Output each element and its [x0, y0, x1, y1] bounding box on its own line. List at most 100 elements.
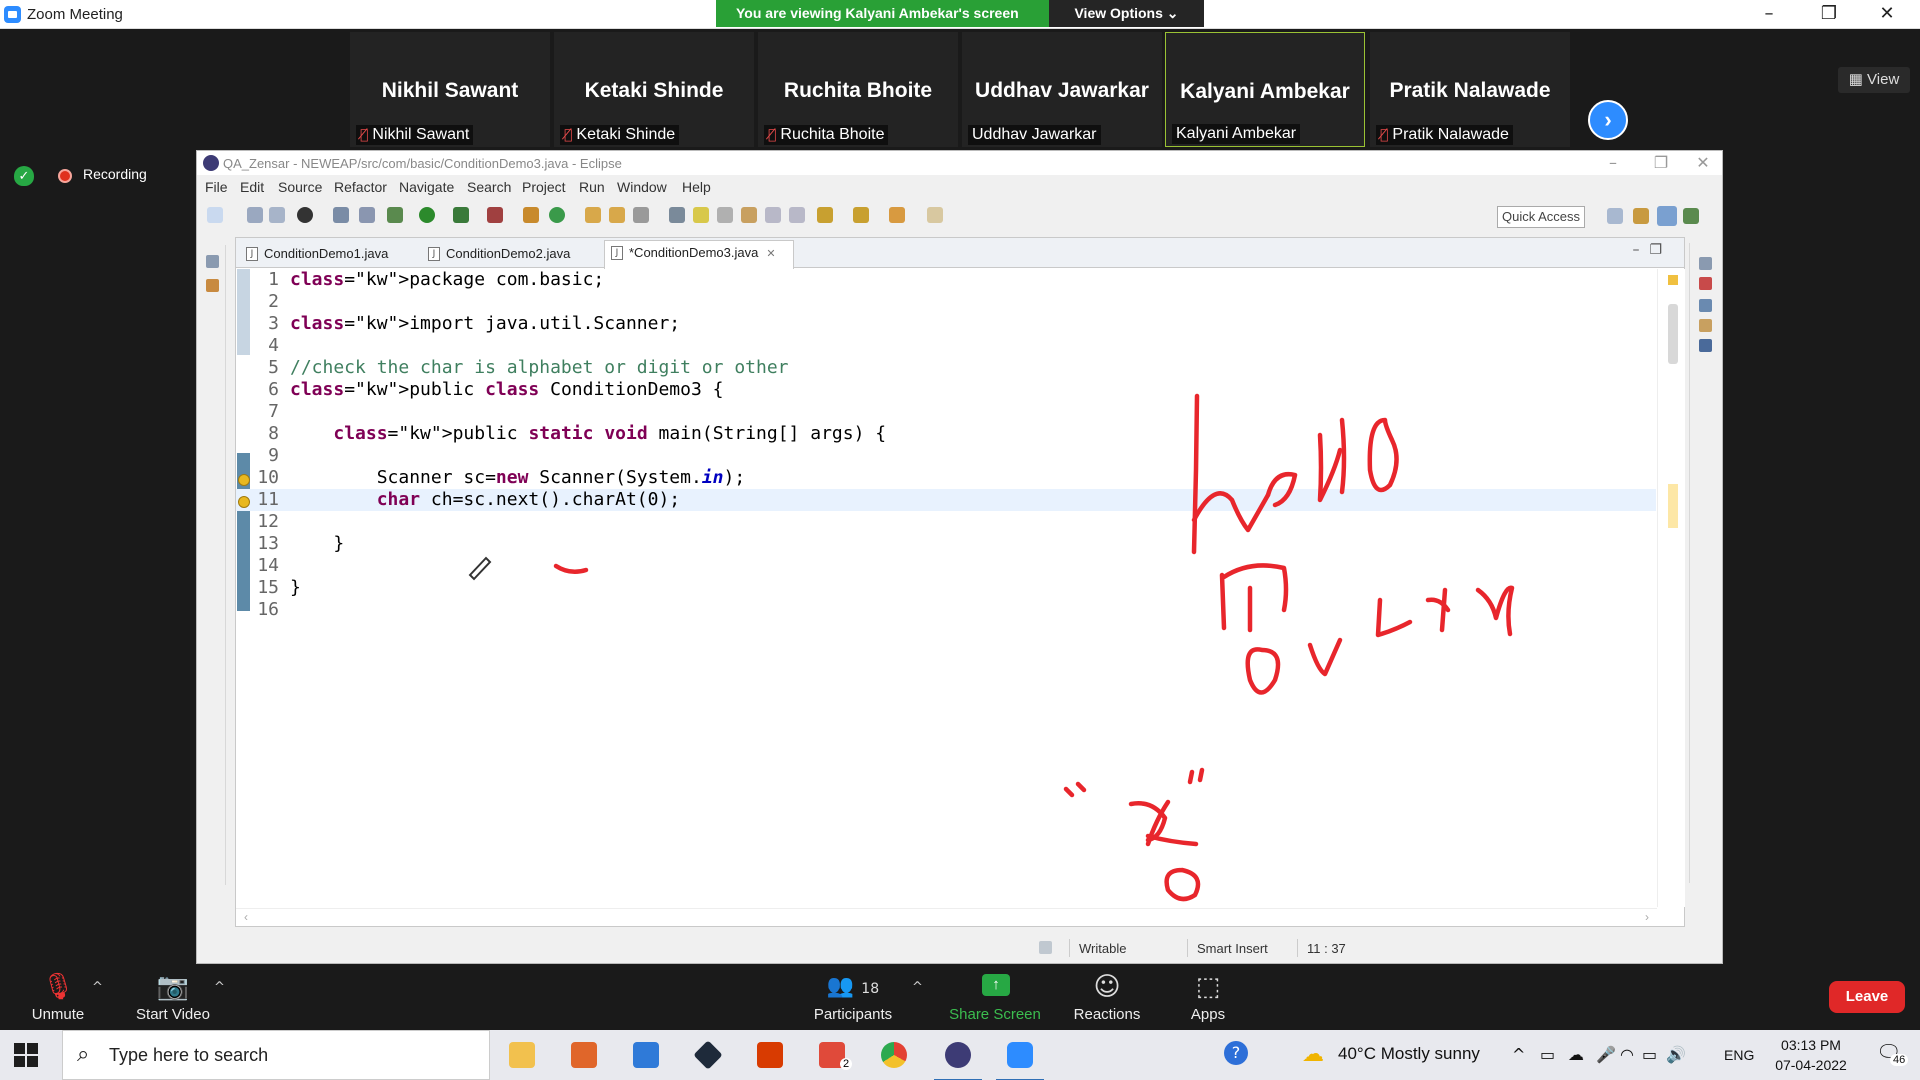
java-ee-perspective-icon[interactable] — [1633, 208, 1649, 224]
highlight-icon[interactable] — [693, 207, 709, 223]
code-line[interactable]: 4 — [236, 335, 1656, 357]
word-wrap-icon[interactable] — [765, 207, 781, 223]
participants-caret-icon[interactable]: ^ — [912, 980, 923, 995]
close-icon[interactable]: ✕ — [1864, 2, 1910, 26]
annotation-icon[interactable] — [669, 207, 685, 223]
participants-button[interactable]: 👥 18 Participants — [798, 964, 908, 1030]
code-line[interactable]: 16 — [236, 599, 1656, 621]
menu-edit[interactable]: Edit — [240, 179, 264, 195]
security-shield-icon[interactable]: ✓ — [14, 166, 34, 186]
next-annotation-icon[interactable] — [817, 207, 833, 223]
save-all-icon[interactable] — [269, 207, 285, 223]
build-icon[interactable] — [297, 207, 313, 223]
tab-conditiondemo3[interactable]: J *ConditionDemo3.java ✕ — [604, 240, 794, 269]
apps-button[interactable]: ⬚ Apps — [1153, 964, 1263, 1030]
vertical-scrollbar[interactable] — [1657, 269, 1685, 907]
menu-source[interactable]: Source — [278, 179, 322, 195]
menu-run[interactable]: Run — [579, 179, 605, 195]
code-line[interactable]: 15} — [236, 577, 1656, 599]
toggle-icon[interactable] — [717, 207, 733, 223]
code-line[interactable]: 8 class="kw">public static void main(Str… — [236, 423, 1656, 445]
search-tool-icon[interactable] — [633, 207, 649, 223]
office-lens-icon[interactable] — [556, 1036, 612, 1076]
scroll-right-icon[interactable]: › — [1645, 910, 1649, 924]
menu-window[interactable]: Window — [617, 179, 667, 195]
coverage-icon[interactable] — [453, 207, 469, 223]
volume-icon[interactable]: 🔊 — [1666, 1045, 1686, 1064]
code-line[interactable]: 10 Scanner sc=new Scanner(System.in); — [236, 467, 1656, 489]
overview-warning-marker[interactable] — [1668, 275, 1678, 285]
start-video-button[interactable]: 📷 Start Video — [118, 964, 228, 1030]
show-whitespace-icon[interactable] — [789, 207, 805, 223]
dropbox-icon[interactable] — [680, 1036, 736, 1076]
eclipse-minimize-icon[interactable]: – — [1593, 153, 1633, 172]
save-icon[interactable] — [247, 207, 263, 223]
code-line[interactable]: 7 — [236, 401, 1656, 423]
clock[interactable]: 03:13 PM 07-04-2022 — [1766, 1035, 1856, 1075]
onedrive-icon[interactable]: ☁ — [1568, 1045, 1584, 1064]
menu-refactor[interactable]: Refactor — [334, 179, 387, 195]
overview-marker[interactable] — [1668, 484, 1678, 528]
view-options-button[interactable]: View Options ⌄ — [1049, 0, 1204, 27]
menu-help[interactable]: Help — [682, 179, 711, 195]
help-icon[interactable]: ? — [1224, 1041, 1248, 1065]
code-editor[interactable]: 1 class="kw">package com.basic; 2 3 class="k… — [236, 269, 1657, 907]
code-line[interactable]: 3 class="kw">import java.util.Scanner; — [236, 313, 1656, 335]
package-explorer-icon[interactable] — [206, 279, 219, 292]
windows-start-icon[interactable] — [14, 1043, 38, 1067]
chrome-icon[interactable] — [866, 1036, 922, 1076]
java-perspective-icon[interactable] — [1657, 206, 1677, 226]
scroll-left-icon[interactable]: ‹ — [244, 910, 248, 924]
external-tools-icon[interactable] — [487, 207, 503, 223]
prev-annotation-icon[interactable] — [853, 207, 869, 223]
participant-tile[interactable]: Ruchita Bhoite 🎙̸ Ruchita Bhoite — [758, 32, 958, 147]
code-line[interactable]: 6 class="kw">public class ConditionDemo3 … — [236, 379, 1656, 401]
new-java-project-icon[interactable] — [523, 207, 539, 223]
menu-file[interactable]: File — [205, 179, 228, 195]
gmail-icon[interactable]: 2 — [804, 1036, 860, 1076]
warning-marker-icon[interactable] — [238, 496, 250, 508]
open-perspective-icon[interactable] — [1607, 208, 1623, 224]
eclipse-restore-icon[interactable]: ❐ — [1641, 153, 1681, 172]
taskbar-search-input[interactable]: ⌕ Type here to search — [62, 1030, 490, 1080]
menu-navigate[interactable]: Navigate — [399, 179, 454, 195]
tab-conditiondemo1[interactable]: J ConditionDemo1.java — [240, 242, 420, 268]
code-line[interactable]: 11 char ch=sc.next().charAt(0); — [236, 489, 1656, 511]
forward-icon[interactable] — [927, 207, 943, 223]
block-selection-icon[interactable] — [741, 207, 757, 223]
new-icon[interactable] — [207, 207, 223, 223]
horizontal-scrollbar[interactable]: ‹ › — [236, 908, 1657, 926]
notification-center-icon[interactable]: 🗨 46 — [1876, 1040, 1910, 1070]
debug-icon[interactable] — [387, 207, 403, 223]
skip-breakpoints-icon[interactable] — [359, 207, 375, 223]
run-icon[interactable] — [419, 207, 435, 223]
close-tab-icon[interactable]: ✕ — [766, 247, 775, 260]
problems-icon[interactable] — [1699, 319, 1712, 332]
quick-access-input[interactable]: Quick Access — [1497, 206, 1585, 228]
minimize-icon[interactable]: – — [1746, 2, 1792, 26]
participant-tile[interactable]: Pratik Nalawade 🎙̸ Pratik Nalawade — [1370, 32, 1570, 147]
terminal-icon[interactable] — [333, 207, 349, 223]
restore-icon[interactable]: ❐ — [1806, 2, 1852, 26]
code-line[interactable]: 2 — [236, 291, 1656, 313]
back-icon[interactable] — [889, 207, 905, 223]
mail-icon[interactable] — [618, 1036, 674, 1076]
audio-options-caret-icon[interactable]: ^ — [92, 980, 103, 995]
tab-conditiondemo2[interactable]: J ConditionDemo2.java — [422, 242, 602, 268]
eclipse-close-icon[interactable]: ✕ — [1683, 153, 1723, 172]
code-line[interactable]: 5 //check the char is alphabet or digit o… — [236, 357, 1656, 379]
recording-label[interactable]: Recording — [83, 166, 147, 182]
code-line[interactable]: 9 — [236, 445, 1656, 467]
open-type-icon[interactable] — [585, 207, 601, 223]
file-explorer-icon[interactable] — [494, 1036, 550, 1076]
office-icon[interactable] — [742, 1036, 798, 1076]
next-participants-button[interactable]: › — [1588, 100, 1628, 140]
scrollbar-thumb[interactable] — [1668, 304, 1678, 364]
editor-minmax-icons[interactable]: –❐ — [1632, 242, 1672, 258]
outline-icon[interactable] — [1699, 299, 1712, 312]
weather-text[interactable]: 40°C Mostly sunny — [1338, 1044, 1480, 1064]
debug-perspective-icon[interactable] — [1683, 208, 1699, 224]
microphone-icon[interactable]: 🎤 — [1596, 1045, 1616, 1064]
wifi-icon[interactable]: ◠ — [1620, 1045, 1634, 1064]
show-hidden-icons-icon[interactable]: ^ — [1512, 1045, 1525, 1064]
